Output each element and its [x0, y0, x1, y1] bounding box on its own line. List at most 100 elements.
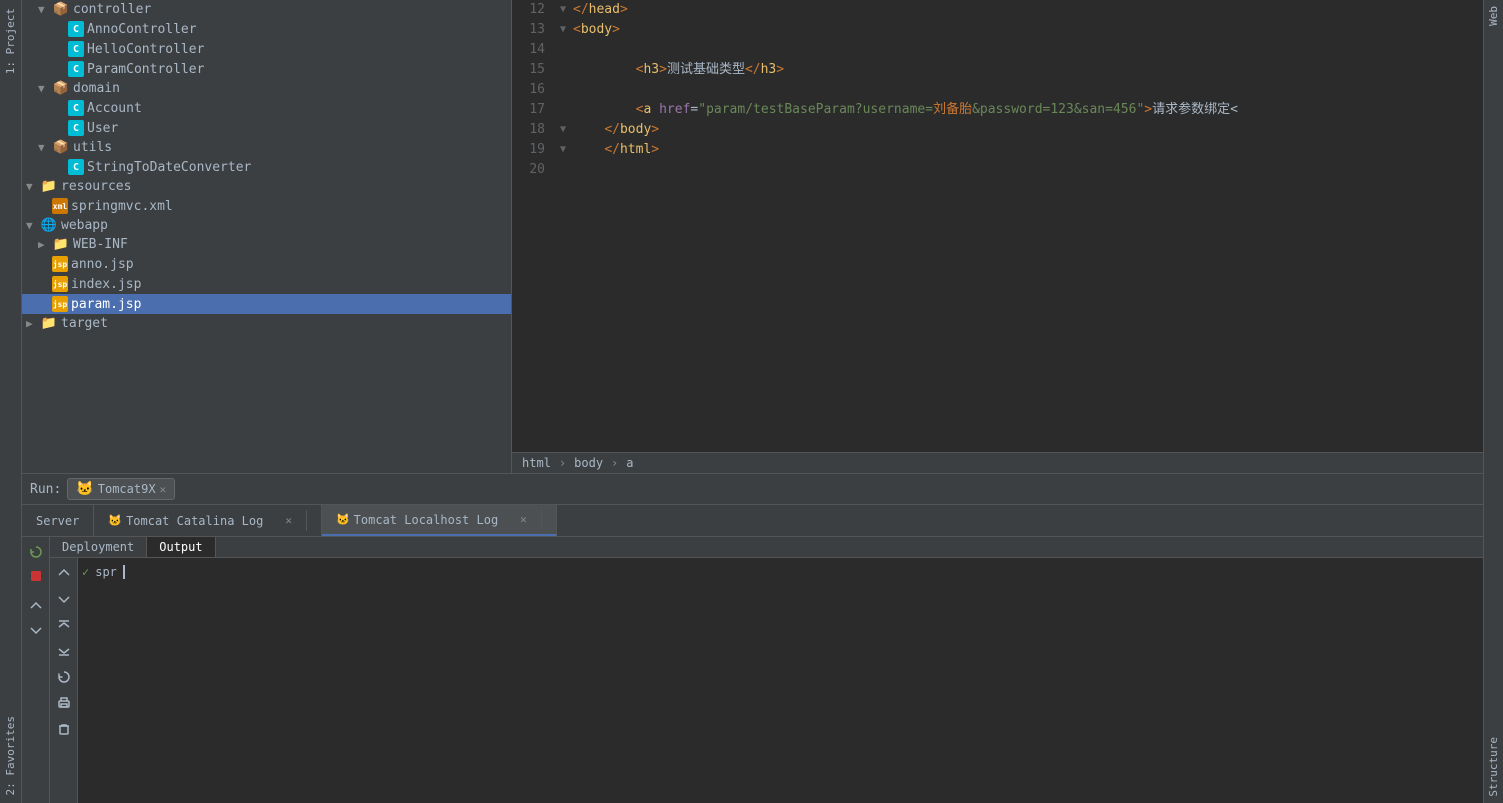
run-tab-tomcat[interactable]: 🐱 Tomcat9X ✕ — [67, 478, 175, 500]
tree-item-target[interactable]: 📁 target — [22, 314, 511, 333]
line-content-13: <body> — [569, 20, 1483, 40]
tree-item-webapp[interactable]: 🌐 webapp — [22, 216, 511, 235]
line-content-18: </body> — [569, 120, 1483, 140]
editor-content[interactable]: 12 ▼ </head> 13 ▼ <body> 14 — [512, 0, 1483, 452]
structure-label[interactable]: Structure — [1485, 731, 1502, 803]
toolbar-trash-button[interactable] — [53, 718, 75, 740]
tree-item-account[interactable]: C Account — [22, 98, 511, 118]
xml-icon-springmvc: xml — [52, 198, 68, 214]
tree-label-webinf: WEB-INF — [73, 237, 128, 252]
panel-tab-localhost[interactable]: 🐱 Tomcat Localhost Log ✕ — [322, 505, 557, 536]
tree-label-resources: resources — [61, 179, 131, 194]
tree-item-controller[interactable]: 📦 controller — [22, 0, 511, 19]
toolbar-scroll-top-button[interactable] — [53, 614, 75, 636]
fold-16 — [557, 80, 569, 100]
side-labels: Web Structure — [1483, 0, 1503, 803]
folder-icon-domain: 📦 — [52, 81, 70, 96]
editor-status-bar: html › body › a — [512, 452, 1483, 473]
code-line-20: 20 — [512, 160, 1483, 180]
folder-icon-webinf: 📁 — [52, 237, 70, 252]
toolbar-print-button[interactable] — [53, 692, 75, 714]
tree-label-annojsp: anno.jsp — [71, 257, 134, 272]
tree-item-paramjsp[interactable]: jsp param.jsp — [22, 294, 511, 314]
folder-icon-webapp: 🌐 — [40, 218, 58, 233]
arrow-webinf — [38, 238, 52, 251]
web-label[interactable]: Web — [1485, 0, 1502, 32]
sub-tabs: Deployment Output — [50, 537, 1483, 558]
fold-13[interactable]: ▼ — [557, 20, 569, 40]
panel-body: Deployment Output — [22, 537, 1483, 803]
toolbar-reload-button[interactable] — [53, 666, 75, 688]
tree-label-indexjsp: index.jsp — [71, 277, 141, 292]
arrow-domain — [38, 82, 52, 95]
tree-item-user[interactable]: C User — [22, 118, 511, 138]
code-line-16: 16 — [512, 80, 1483, 100]
project-tree[interactable]: 📦 controller C AnnoController C HelloCon… — [22, 0, 512, 473]
catalina-close[interactable]: ✕ — [271, 510, 307, 531]
panel-tab-server[interactable]: Server — [22, 505, 94, 536]
tree-label-webapp: webapp — [61, 218, 108, 233]
project-tab[interactable]: 1: Project — [2, 0, 19, 82]
editor-area: 12 ▼ </head> 13 ▼ <body> 14 — [512, 0, 1483, 473]
localhost-close[interactable]: ✕ — [506, 509, 542, 530]
code-line-15: 15 <h3>测试基础类型</h3> — [512, 60, 1483, 80]
tree-item-utils[interactable]: 📦 utils — [22, 138, 511, 157]
line-num-16: 16 — [512, 80, 557, 100]
fold-17 — [557, 100, 569, 120]
panel-tab-server-label: Server — [36, 514, 79, 528]
fold-12[interactable]: ▼ — [557, 0, 569, 20]
run-tab-close[interactable]: ✕ — [160, 483, 167, 496]
tree-item-annocontroller[interactable]: C AnnoController — [22, 19, 511, 39]
sub-tab-output[interactable]: Output — [147, 537, 215, 557]
breadcrumb-body: body — [574, 456, 603, 470]
sub-tab-deployment[interactable]: Deployment — [50, 537, 147, 557]
tree-item-resources[interactable]: 📁 resources — [22, 177, 511, 196]
line-num-15: 15 — [512, 60, 557, 80]
toolbar-down-button[interactable] — [53, 588, 75, 610]
toolbar-scroll-bottom-button[interactable] — [53, 640, 75, 662]
class-icon-user: C — [68, 120, 84, 136]
code-line-18: 18 ▼ </body> — [512, 120, 1483, 140]
run-tab-label: Tomcat9X — [98, 482, 156, 496]
tree-item-springmvc[interactable]: xml springmvc.xml — [22, 196, 511, 216]
restart-server-button[interactable] — [25, 541, 47, 563]
line-content-12: </head> — [569, 0, 1483, 20]
tree-item-annojsp[interactable]: jsp anno.jsp — [22, 254, 511, 274]
line-content-20 — [569, 160, 1483, 180]
tree-item-indexjsp[interactable]: jsp index.jsp — [22, 274, 511, 294]
tree-item-domain[interactable]: 📦 domain — [22, 79, 511, 98]
tree-label-paramcontroller: ParamController — [87, 62, 204, 77]
tree-item-stringtodateconverter[interactable]: C StringToDateConverter — [22, 157, 511, 177]
line-content-17: <a href="param/testBaseParam?username=刘备… — [569, 100, 1483, 120]
fold-19[interactable]: ▼ — [557, 140, 569, 160]
folder-icon-resources: 📁 — [40, 179, 58, 194]
tree-item-paramcontroller[interactable]: C ParamController — [22, 59, 511, 79]
fold-18[interactable]: ▼ — [557, 120, 569, 140]
code-line-13: 13 ▼ <body> — [512, 20, 1483, 40]
sub-tab-deployment-label: Deployment — [62, 540, 134, 554]
scroll-down-button[interactable] — [25, 619, 47, 641]
fold-15 — [557, 60, 569, 80]
breadcrumb-sep-2: › — [611, 456, 618, 470]
jsp-icon-indexjsp: jsp — [52, 276, 68, 292]
line-num-12: 12 — [512, 0, 557, 20]
panel-tab-catalina[interactable]: 🐱 Tomcat Catalina Log ✕ — [94, 505, 322, 536]
folder-icon-controller: 📦 — [52, 2, 70, 17]
tree-label-utils: utils — [73, 140, 112, 155]
main-content: 📦 controller C AnnoController C HelloCon… — [22, 0, 1483, 803]
tree-label-stringtodateconverter: StringToDateConverter — [87, 160, 251, 175]
bottom-panel: Run: 🐱 Tomcat9X ✕ Server 🐱 Tomcat Catali… — [22, 473, 1483, 803]
stop-server-button[interactable] — [25, 565, 47, 587]
tree-item-webinf[interactable]: 📁 WEB-INF — [22, 235, 511, 254]
fold-14 — [557, 40, 569, 60]
line-num-13: 13 — [512, 20, 557, 40]
favorites-tab[interactable]: 2: Favorites — [2, 708, 19, 803]
toolbar-up-button[interactable] — [53, 562, 75, 584]
class-icon-stringtodateconverter: C — [68, 159, 84, 175]
class-icon-paramcontroller: C — [68, 61, 84, 77]
line-content-16 — [569, 80, 1483, 100]
arrow-controller — [38, 3, 52, 16]
scroll-up-button[interactable] — [25, 595, 47, 617]
tree-item-hellocontroller[interactable]: C HelloController — [22, 39, 511, 59]
class-icon-hellocontroller: C — [68, 41, 84, 57]
